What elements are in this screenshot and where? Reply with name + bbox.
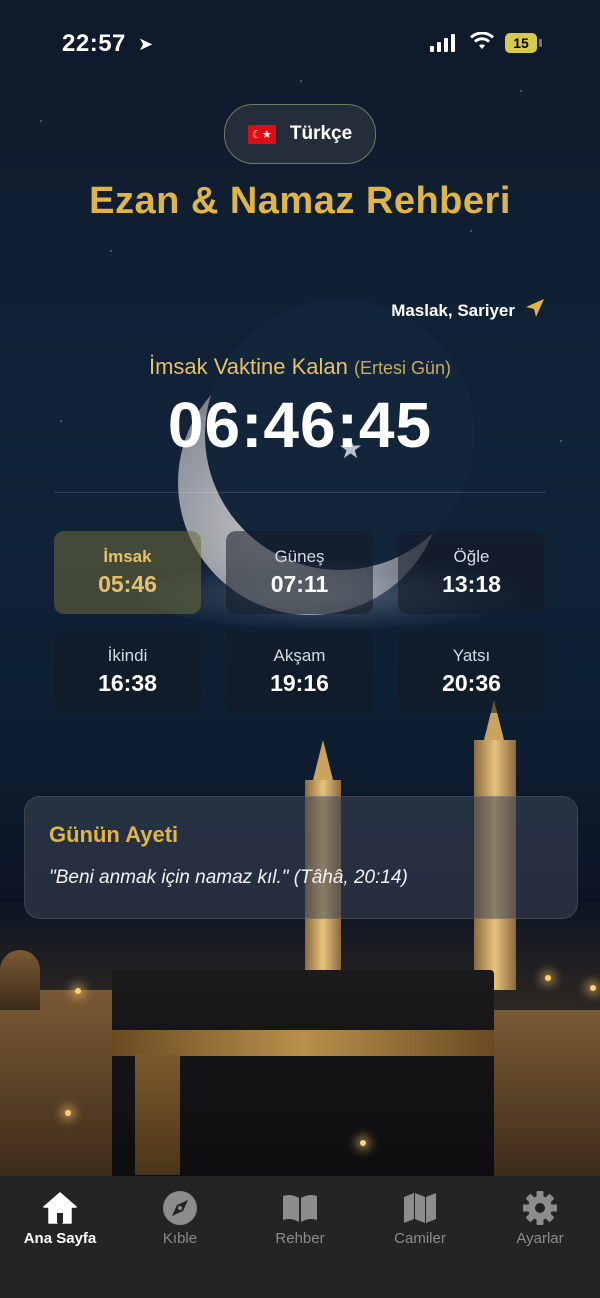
prayer-name: Öğle (453, 547, 490, 566)
divider (54, 492, 546, 493)
countdown-title: İmsak Vaktine Kalan (148, 354, 348, 379)
prayer-time: 13:18 (442, 571, 501, 597)
app-title: Ezan & Namaz Rehberi (89, 180, 511, 222)
prayer-name: Akşam (273, 646, 326, 665)
language-selector[interactable]: ☾★ Türkçe (224, 104, 376, 164)
location-arrow-icon (525, 298, 545, 324)
status-bar: 22:57 ➤ 15 (0, 0, 600, 88)
wifi-icon (470, 30, 494, 56)
prayer-time: 05:46 (98, 571, 157, 597)
countdown-sublabel: (Ertesi Gün) (354, 358, 452, 378)
turkey-flag-icon: ☾★ (247, 124, 276, 144)
bottom-tab-bar: Ana Sayfa Kıble Rehber Camiler Ayarlar (0, 1176, 600, 1298)
prayer-card-imsak[interactable]: İmsak 05:46 (54, 531, 201, 614)
countdown-label: İmsak Vaktine Kalan (Ertesi Gün) (0, 354, 600, 380)
prayer-time: 07:11 (270, 571, 329, 597)
tab-rehber[interactable]: Rehber (240, 1176, 360, 1298)
prayer-name: Güneş (274, 547, 325, 566)
prayer-card-ikindi[interactable]: İkindi 16:38 (54, 630, 201, 713)
prayer-card-yatsi[interactable]: Yatsı 20:36 (398, 630, 545, 713)
gear-icon (522, 1188, 558, 1228)
compass-icon (162, 1188, 198, 1228)
location-display[interactable]: Maslak, Sariyer (391, 298, 545, 324)
language-label: Türkçe (289, 123, 353, 144)
map-icon (402, 1188, 438, 1228)
prayer-time: 19:16 (270, 670, 329, 696)
tab-camiler[interactable]: Camiler (360, 1176, 480, 1298)
tab-ayarlar[interactable]: Ayarlar (480, 1176, 600, 1298)
verse-title: Günün Ayeti (49, 822, 179, 847)
tab-label: Ana Sayfa (23, 1230, 97, 1247)
book-icon (281, 1188, 319, 1228)
tab-home[interactable]: Ana Sayfa (0, 1176, 120, 1298)
verse-text: "Beni anmak için namaz kıl." (Tâhâ, 20:1… (49, 867, 408, 888)
tab-label: Rehber (275, 1230, 325, 1247)
tab-label: Ayarlar (516, 1230, 564, 1247)
prayer-name: Yatsı (452, 646, 491, 665)
prayer-time: 16:38 (98, 670, 157, 696)
signal-icon (430, 34, 455, 52)
tab-label: Kıble (162, 1230, 198, 1247)
tab-label: Camiler (394, 1230, 446, 1247)
verse-of-day-card[interactable]: Günün Ayeti "Beni anmak için namaz kıl."… (24, 796, 578, 919)
prayer-card-aksam[interactable]: Akşam 19:16 (226, 630, 373, 713)
home-icon (42, 1188, 78, 1228)
tab-kible[interactable]: Kıble (120, 1176, 240, 1298)
prayer-name: İmsak (103, 547, 152, 566)
location-name: Maslak, Sariyer (391, 301, 515, 320)
countdown-timer: 06:46:45 (167, 389, 433, 461)
prayer-card-ogle[interactable]: Öğle 13:18 (398, 531, 545, 614)
status-time: 22:57 (62, 30, 126, 57)
prayer-times-grid: İmsak 05:46 Güneş 07:11 Öğle 13:18 İkind… (54, 531, 546, 713)
prayer-time: 20:36 (442, 670, 501, 696)
battery-indicator: 15 (505, 33, 542, 53)
prayer-name: İkindi (107, 646, 148, 665)
prayer-card-gunes[interactable]: Güneş 07:11 (226, 531, 373, 614)
location-arrow-icon: ➤ (138, 34, 154, 54)
